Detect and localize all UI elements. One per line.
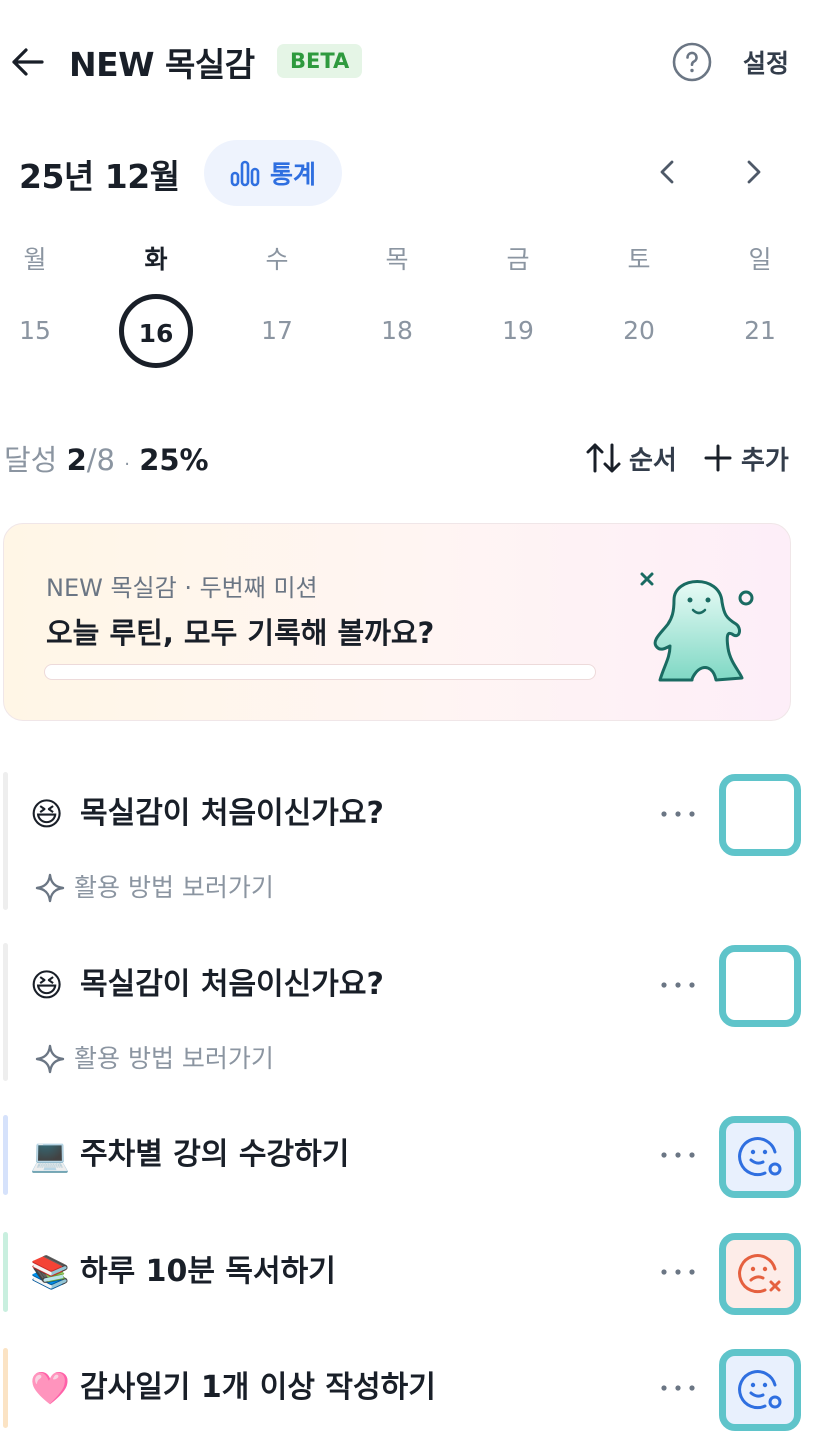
routine-item[interactable]: 🩷 감사일기 1개 이상 작성하기 [0,1348,827,1432]
routine-item[interactable]: 😆 목실감이 처음이신가요? 활용 방법 보러가기 [0,943,827,1081]
routine-color-bar [3,1348,8,1428]
routine-color-bar [3,1232,8,1312]
weekday-fri: 금 [506,245,530,274]
smile-face-icon [738,1370,782,1410]
usage-guide-label: 활용 방법 보러가기 [74,873,274,902]
ghost-mascot-icon [640,572,754,682]
date-21[interactable]: 21 [723,306,797,356]
routine-title: 하루 10분 독서하기 [80,1254,336,1289]
achievement-separator: · [124,454,130,475]
weekday-tue: 화 [144,245,168,274]
achievement-summary: 달성 2/8 · 25% [4,437,209,479]
routine-color-bar [3,943,8,1081]
sort-arrows-icon [586,443,621,473]
more-options-icon[interactable] [658,1252,698,1292]
add-label: 추가 [741,445,789,476]
sort-order-label: 순서 [629,445,677,476]
usage-guide-link[interactable]: 활용 방법 보러가기 [34,1039,274,1079]
routine-item[interactable]: 😆 목실감이 처음이신가요? 활용 방법 보러가기 [0,772,827,910]
usage-guide-link[interactable]: 활용 방법 보러가기 [34,868,274,908]
sort-order-button[interactable]: 순서 [585,438,677,478]
routine-status-in-progress[interactable] [719,1349,801,1431]
month-label: 25년 12월 [19,157,180,196]
add-button[interactable]: 추가 [703,438,789,478]
routine-status-in-progress[interactable] [719,1116,801,1198]
page-title: NEW 목실감 [69,45,255,84]
mission-subtitle: NEW 목실감 · 두번째 미션 [46,574,318,602]
routine-color-bar [3,1115,8,1195]
back-arrow-icon[interactable] [8,42,48,82]
date-16-selected[interactable]: 16 [119,294,193,368]
mission-progress-bar [44,664,596,680]
routine-status-failed[interactable] [719,1233,801,1315]
weekday-mon: 월 [23,245,47,274]
bar-chart-icon [230,160,260,187]
smile-face-icon [738,1137,782,1177]
sparkle-icon [35,873,65,903]
stats-label: 통계 [269,160,316,189]
routine-emoji: 😆 [30,795,64,833]
routine-checkbox[interactable] [719,774,801,856]
sad-face-icon [738,1254,781,1294]
routine-title: 목실감이 처음이신가요? [80,967,384,1002]
more-options-icon[interactable] [658,965,698,1005]
routine-color-bar [3,772,8,910]
settings-button[interactable]: 설정 [743,44,789,80]
more-options-icon[interactable] [658,1368,698,1408]
routine-title: 목실감이 처음이신가요? [80,796,384,831]
date-20[interactable]: 20 [602,306,676,356]
routine-title: 주차별 강의 수강하기 [80,1137,350,1172]
date-17[interactable]: 17 [240,306,314,356]
weekday-sat: 토 [627,245,651,274]
weekday-thu: 목 [385,245,409,274]
date-15[interactable]: 15 [0,306,72,356]
date-18[interactable]: 18 [360,306,434,356]
weekday-sun: 일 [748,245,772,274]
more-options-icon[interactable] [658,794,698,834]
achievement-label: 달성 [4,443,58,477]
routine-emoji: 💻 [30,1136,70,1174]
sparkle-icon [35,1044,65,1074]
plus-icon [704,444,732,472]
achievement-percent: 25% [139,443,209,477]
routine-item[interactable]: 📚 하루 10분 독서하기 [0,1232,827,1316]
mission-title: 오늘 루틴, 모두 기록해 볼까요? [46,616,435,650]
routine-emoji: 📚 [30,1253,70,1291]
more-options-icon[interactable] [658,1135,698,1175]
chevron-left-icon[interactable] [648,152,688,192]
beta-badge: BETA [277,44,363,78]
routine-emoji: 😆 [30,966,64,1004]
chevron-right-icon[interactable] [733,152,773,192]
usage-guide-label: 활용 방법 보러가기 [74,1044,274,1073]
routine-checkbox[interactable] [719,945,801,1027]
routine-item[interactable]: 💻 주차별 강의 수강하기 [0,1115,827,1199]
routine-emoji: 🩷 [30,1369,70,1407]
achievement-done: 2 [66,443,87,477]
routine-title: 감사일기 1개 이상 작성하기 [80,1370,436,1405]
achievement-total: /8 [86,443,116,477]
help-icon[interactable] [672,42,712,82]
date-19[interactable]: 19 [481,306,555,356]
weekday-wed: 수 [265,245,289,274]
stats-button[interactable]: 통계 [204,140,342,206]
mission-card[interactable]: NEW 목실감 · 두번째 미션 오늘 루틴, 모두 기록해 볼까요? [3,523,791,721]
